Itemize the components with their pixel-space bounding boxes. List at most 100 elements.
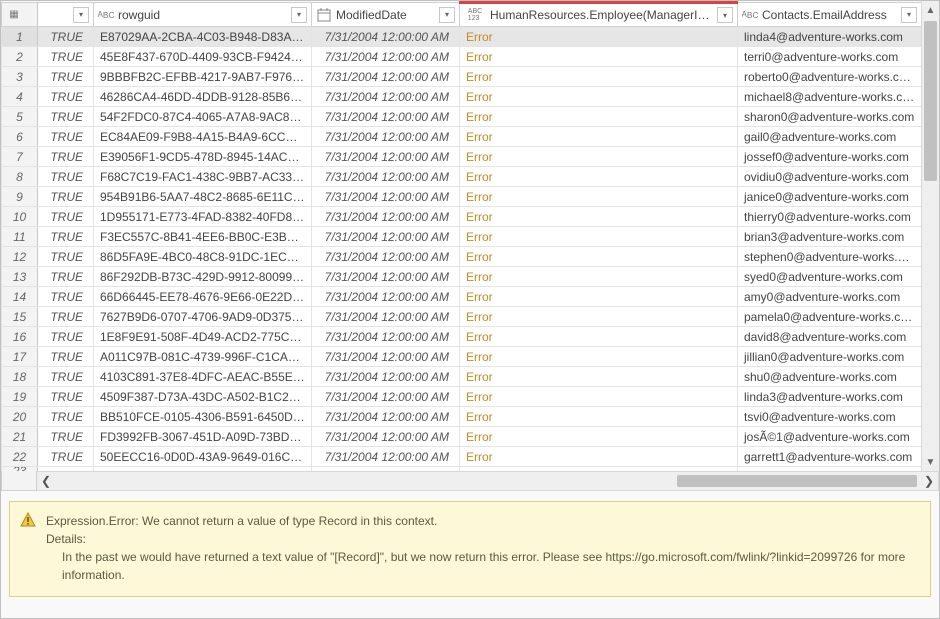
cell-bool[interactable]: TRUE [38,87,94,107]
row-number[interactable]: 23 [2,467,38,472]
cell-email[interactable]: thierry0@adventure-works.com [738,207,922,227]
cell-bool[interactable]: TRUE [38,387,94,407]
cell-modifieddate[interactable]: 7/31/2004 12:00:00 AM [312,327,460,347]
cell-modifieddate[interactable]: 7/31/2004 12:00:00 AM [312,447,460,467]
table-row[interactable]: 15TRUE7627B9D6-0707-4706-9AD9-0D37506B0…… [2,307,922,327]
cell-email[interactable]: syed0@adventure-works.com [738,267,922,287]
cell-modifieddate[interactable]: 7/31/2004 12:00:00 AM [312,307,460,327]
cell-modifieddate[interactable]: 7/31/2004 12:00:00 AM [312,107,460,127]
cell-title-error[interactable]: Error [460,407,738,427]
row-number[interactable]: 6 [2,127,38,147]
cell-email[interactable]: amy0@adventure-works.com [738,287,922,307]
scroll-down-arrow[interactable]: ▼ [922,453,939,471]
col-header-bool[interactable]: ▾ [38,3,94,27]
cell-modifieddate[interactable]: 7/31/2004 12:00:00 AM [312,167,460,187]
cell-bool[interactable]: TRUE [38,407,94,427]
cell-email[interactable]: stephen0@adventure-works.com [738,247,922,267]
cell-rowguid[interactable]: 1D955171-E773-4FAD-8382-40FD89BD5… [94,207,312,227]
vscroll-thumb[interactable] [924,21,937,181]
cell-email[interactable]: linda3@adventure-works.com [738,387,922,407]
cell-email[interactable]: linda4@adventure-works.com [738,27,922,47]
hscroll-thumb[interactable] [677,475,917,487]
col-header-title[interactable]: ABC123 HumanResources.Employee(ManagerID… [460,3,738,27]
table-row[interactable]: 4TRUE46286CA4-46DD-4DDB-9128-85B67E98D…7… [2,87,922,107]
cell-title-error[interactable]: Error [460,187,738,207]
scroll-up-arrow[interactable]: ▲ [922,1,939,19]
cell-bool[interactable]: TRUE [38,247,94,267]
cell-modifieddate[interactable]: 7/31/2004 12:00:00 AM [312,427,460,447]
table-row[interactable]: 19TRUE4509F387-D73A-43DC-A502-B1C27AA1D…… [2,387,922,407]
cell-title-error[interactable]: Error [460,367,738,387]
cell-title-error[interactable]: Error [460,147,738,167]
table-row[interactable]: 16TRUE1E8F9E91-508F-4D49-ACD2-775C836030… [2,327,922,347]
cell-title-error[interactable]: Error [460,447,738,467]
cell-modifieddate[interactable]: 7/31/2004 12:00:00 AM [312,187,460,207]
cell-bool[interactable]: TRUE [38,147,94,167]
row-number[interactable]: 19 [2,387,38,407]
table-row[interactable]: 13TRUE86F292DB-B73C-429D-9912-800994D80…… [2,267,922,287]
row-number[interactable]: 3 [2,67,38,87]
table-row[interactable]: 9TRUE954B91B6-5AA7-48C2-8685-6E11C6E5C…7… [2,187,922,207]
cell-modifieddate[interactable]: 7/31/2004 12:00:00 AM [312,407,460,427]
vertical-scrollbar[interactable]: ▲ ▼ [921,1,939,471]
row-number[interactable]: 21 [2,427,38,447]
cell-email[interactable]: roberto0@adventure-works.com [738,67,922,87]
cell-bool[interactable]: TRUE [38,107,94,127]
cell-email[interactable]: sharon0@adventure-works.com [738,107,922,127]
row-number[interactable]: 15 [2,307,38,327]
cell-rowguid[interactable]: A011C97B-081C-4739-996F-C1CAC4532F… [94,347,312,367]
cell-modifieddate[interactable]: 7/31/2004 12:00:00 AM [312,287,460,307]
cell-modifieddate[interactable]: 7/31/2004 12:00:00 AM [312,127,460,147]
scroll-left-arrow[interactable]: ❮ [37,472,55,490]
cell-rowguid[interactable]: BB510FCE-0105-4306-B591-6450D9EBF4… [94,407,312,427]
cell-bool[interactable]: TRUE [38,47,94,67]
filter-button[interactable]: ▾ [291,7,307,23]
row-number[interactable]: 11 [2,227,38,247]
row-number[interactable]: 22 [2,447,38,467]
filter-button[interactable]: ▾ [439,7,455,23]
cell-rowguid[interactable]: 4509F387-D73A-43DC-A502-B1C27AA1D… [94,387,312,407]
col-header-modifieddate[interactable]: ModifiedDate ▾ [312,3,460,27]
row-number[interactable]: 7 [2,147,38,167]
cell-bool[interactable]: TRUE [38,427,94,447]
cell-bool[interactable]: TRUE [38,367,94,387]
cell-rowguid[interactable]: 9BBBFB2C-EFBB-4217-9AB7-F976893288… [94,67,312,87]
cell-title-error[interactable]: Error [460,267,738,287]
cell-modifieddate[interactable]: 7/31/2004 12:00:00 AM [312,367,460,387]
cell-title-error[interactable]: Error [460,347,738,367]
row-number[interactable]: 13 [2,267,38,287]
cell-rowguid[interactable]: 66D66445-EE78-4676-9E66-0E22D6109A… [94,287,312,307]
row-number[interactable]: 5 [2,107,38,127]
table-row[interactable]: 21TRUEFD3992FB-3067-451D-A09D-73BD53C0F…… [2,427,922,447]
cell-title-error[interactable]: Error [460,307,738,327]
row-number[interactable]: 1 [2,27,38,47]
cell-email[interactable]: ovidiu0@adventure-works.com [738,167,922,187]
cell-rowguid[interactable]: FD3992FB-3067-451D-A09D-73BD53C0F… [94,427,312,447]
row-number[interactable]: 14 [2,287,38,307]
table-row[interactable]: 2TRUE45E8F437-670D-4409-93CB-F9424A40D…7… [2,47,922,67]
cell-email[interactable]: shu0@adventure-works.com [738,367,922,387]
cell-modifieddate[interactable]: 7/31/2004 12:00:00 AM [312,147,460,167]
cell-title-error[interactable]: Error [460,387,738,407]
cell-bool[interactable]: TRUE [38,187,94,207]
table-row[interactable]: 6TRUEEC84AE09-F9B8-4A15-B4A9-6CCBAB919…7… [2,127,922,147]
cell-email[interactable]: gail0@adventure-works.com [738,127,922,147]
cell-modifieddate[interactable]: 7/31/2004 12:00:00 AM [312,47,460,67]
row-number[interactable]: 16 [2,327,38,347]
cell-bool[interactable]: TRUE [38,227,94,247]
row-number[interactable]: 18 [2,367,38,387]
row-number[interactable]: 17 [2,347,38,367]
cell-title-error[interactable]: Error [460,67,738,87]
cell-rowguid[interactable]: 7627B9D6-0707-4706-9AD9-0D37506B0… [94,307,312,327]
cell-title-error[interactable]: Error [460,127,738,147]
cell-bool[interactable]: TRUE [38,127,94,147]
cell-rowguid[interactable]: 50EECC16-0D0D-43A9-9649-016C06DE8… [94,447,312,467]
cell-rowguid[interactable]: EC84AE09-F9B8-4A15-B4A9-6CCBAB919… [94,127,312,147]
table-row[interactable]: 5TRUE54F2FDC0-87C4-4065-A7A8-9AC8EA624…7… [2,107,922,127]
cell-rowguid[interactable]: 46286CA4-46DD-4DDB-9128-85B67E98D… [94,87,312,107]
cell-email[interactable]: jillian0@adventure-works.com [738,347,922,367]
row-number[interactable]: 12 [2,247,38,267]
table-row[interactable]: 18TRUE4103C891-37E8-4DFC-AEAC-B55E2BC1B…… [2,367,922,387]
cell-title-error[interactable]: Error [460,167,738,187]
cell-email[interactable]: janice0@adventure-works.com [738,187,922,207]
